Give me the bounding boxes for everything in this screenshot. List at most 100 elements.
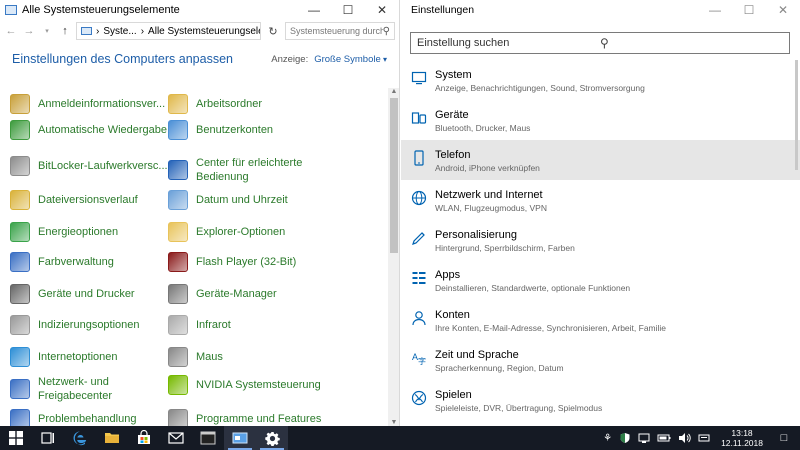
settings-category-name: Apps	[435, 269, 461, 281]
settings-category-system[interactable]: System Anzeige, Benachrichtigungen, Sound…	[401, 60, 800, 100]
control-panel-item[interactable]: Datum und Uhrzeit	[168, 190, 326, 210]
action-center-icon[interactable]: □	[774, 432, 794, 444]
task-view-button[interactable]	[32, 426, 64, 450]
settings-category-description: Hintergrund, Sperrbildschirm, Farben	[435, 243, 575, 253]
control-panel-item[interactable]: Energieoptionen	[10, 222, 168, 242]
back-button[interactable]: ←	[4, 25, 18, 37]
settings-category-text: Spielen Spieleleiste, DVR, Übertragung, S…	[435, 388, 602, 414]
settings-category-name: System	[435, 69, 472, 81]
maximize-button[interactable]: ☐	[331, 0, 365, 20]
settings-minimize-button[interactable]: —	[698, 0, 732, 20]
breadcrumb-item[interactable]: Syste...	[103, 26, 136, 37]
settings-taskbar-button[interactable]	[256, 426, 288, 450]
control-panel-item[interactable]: Benutzerkonten	[168, 120, 326, 140]
control-panel-item-label: Explorer-Optionen	[196, 226, 286, 238]
close-button[interactable]: ✕	[365, 0, 399, 20]
battery-icon	[657, 434, 671, 442]
system-tray: ⚘ 13:18 12.11.2018 □	[603, 428, 800, 448]
edge-taskbar-button[interactable]	[64, 426, 96, 450]
control-panel-item[interactable]: Flash Player (32-Bit)	[168, 252, 326, 272]
settings-category-name: Spielen	[435, 389, 472, 401]
settings-close-button[interactable]: ✕	[766, 0, 800, 20]
settings-category-gaming[interactable]: Spielen Spieleleiste, DVR, Übertragung, S…	[401, 380, 800, 420]
settings-category-description: WLAN, Flugzeugmodus, VPN	[435, 203, 547, 213]
recent-locations-icon[interactable]: ▾	[40, 27, 54, 35]
up-button[interactable]: ↑	[58, 25, 72, 37]
search-input[interactable]: Systemsteuerung durchsuchen ⚲	[285, 22, 395, 40]
control-panel-item[interactable]: Maus	[168, 347, 326, 367]
settings-scrollbar[interactable]	[794, 60, 800, 400]
settings-category-time-language[interactable]: A 字 Zeit und Sprache Spracherkennung, Regio…	[401, 340, 800, 380]
view-selector[interactable]: Große Symbole	[314, 54, 387, 65]
settings-category-text: Apps Deinstallieren, Standardwerte, optio…	[435, 268, 630, 294]
volume-icon	[679, 433, 691, 443]
settings-category-phone[interactable]: Telefon Android, iPhone verknüpfen	[401, 140, 800, 180]
nvidia-icon	[168, 375, 188, 395]
control-panel-item[interactable]: Problembehandlung	[10, 409, 168, 426]
control-panel-item[interactable]: Center für erleichterte Bedienung	[168, 156, 326, 184]
store-taskbar-button[interactable]	[128, 426, 160, 450]
scroll-down-icon[interactable]: ▼	[388, 419, 399, 426]
control-panel-item[interactable]: Geräte und Drucker	[10, 284, 168, 304]
file-explorer-taskbar-button[interactable]	[96, 426, 128, 450]
refresh-icon[interactable]: ↻	[265, 25, 281, 38]
settings-scrollbar-thumb[interactable]	[795, 60, 798, 170]
control-panel-item-label: Farbverwaltung	[38, 256, 114, 268]
control-panel-item[interactable]: Anmeldeinformationsver...	[10, 94, 168, 114]
address-bar[interactable]: › Syste... › Alle Systemsteuerungsele...…	[76, 22, 261, 40]
search-placeholder: Systemsteuerung durchsuchen	[290, 26, 383, 36]
settings-search-input[interactable]: Einstellung suchen ⚲	[410, 32, 790, 54]
settings-maximize-button[interactable]: ☐	[732, 0, 766, 20]
control-panel-item[interactable]: Programme und Features	[168, 409, 326, 426]
settings-category-accounts[interactable]: Konten Ihre Konten, E-Mail-Adresse, Synch…	[401, 300, 800, 340]
control-panel-item-label: Flash Player (32-Bit)	[196, 256, 297, 268]
control-panel-item-label: Netzwerk- und Freigabecenter	[38, 376, 112, 402]
people-icon[interactable]: ⚘	[603, 433, 612, 444]
control-panel-item[interactable]: Geräte-Manager	[168, 284, 326, 304]
control-panel-item[interactable]: Explorer-Optionen	[168, 222, 326, 242]
clock[interactable]: 13:18 12.11.2018	[717, 428, 767, 448]
settings-category-personalization[interactable]: Personalisierung Hintergrund, Sperrbildsc…	[401, 220, 800, 260]
scroll-up-icon[interactable]: ▲	[388, 88, 399, 95]
minimize-button[interactable]: —	[297, 0, 331, 20]
settings-titlebar[interactable]: Einstellungen — ☐ ✕	[401, 0, 800, 20]
view-label: Anzeige:	[271, 53, 309, 65]
settings-category-description: Anzeige, Benachrichtigungen, Sound, Stro…	[435, 83, 645, 93]
mail-taskbar-button[interactable]	[160, 426, 192, 450]
apps-icon	[412, 272, 426, 284]
settings-category-globe[interactable]: Netzwerk und Internet WLAN, Flugzeugmodus…	[401, 180, 800, 220]
control-panel-taskbar-button[interactable]	[224, 426, 256, 450]
network-sharing-icon	[10, 379, 30, 399]
control-panel-item-label: Programme und Features	[196, 413, 322, 425]
flash-player-icon	[168, 252, 188, 272]
clock-date: 12.11.2018	[721, 438, 763, 448]
vertical-scrollbar[interactable]: ▲ ▼	[388, 88, 399, 426]
control-panel-item[interactable]: Dateiversionsverlauf	[10, 190, 168, 210]
scrollbar-thumb[interactable]	[390, 98, 398, 253]
control-panel-item[interactable]: Arbeitsordner	[168, 94, 326, 114]
settings-category-apps[interactable]: Apps Deinstallieren, Standardwerte, optio…	[401, 260, 800, 300]
control-panel-item-label: Datum und Uhrzeit	[196, 194, 288, 206]
forward-button[interactable]: →	[22, 25, 36, 37]
devices-printers-icon	[10, 284, 30, 304]
settings-category-description: Spracherkennung, Region, Datum	[435, 363, 564, 373]
control-panel-item[interactable]: Infrarot	[168, 315, 326, 335]
start-button[interactable]	[0, 426, 32, 450]
settings-category-description: Spieleleiste, DVR, Übertragung, Spielmod…	[435, 403, 603, 413]
control-panel-item[interactable]: Farbverwaltung	[10, 252, 168, 272]
control-panel-item[interactable]: Indizierungsoptionen	[10, 315, 168, 335]
control-panel-item[interactable]: NVIDIA Systemsteuerung	[168, 375, 326, 395]
terminal-taskbar-button[interactable]	[192, 426, 224, 450]
control-panel-item[interactable]: BitLocker-Laufwerkversc...	[10, 156, 168, 176]
breadcrumb-item[interactable]: Alle Systemsteuerungsele...	[148, 26, 260, 37]
control-panel-titlebar[interactable]: Alle Systemsteuerungselemente — ☐ ✕	[0, 0, 399, 20]
settings-category-name: Telefon	[435, 149, 471, 161]
settings-category-text: Telefon Android, iPhone verknüpfen	[435, 148, 540, 174]
control-panel-item[interactable]: Netzwerk- und Freigabecenter	[10, 375, 168, 403]
settings-category-text: System Anzeige, Benachrichtigungen, Sound…	[435, 68, 645, 94]
work-folders-icon	[168, 94, 188, 114]
settings-category-devices[interactable]: Geräte Bluetooth, Drucker, Maus	[401, 100, 800, 140]
control-panel-item[interactable]: Internetoptionen	[10, 347, 168, 367]
user-accounts-icon	[168, 120, 188, 140]
control-panel-item[interactable]: Automatische Wiedergabe	[10, 120, 168, 140]
